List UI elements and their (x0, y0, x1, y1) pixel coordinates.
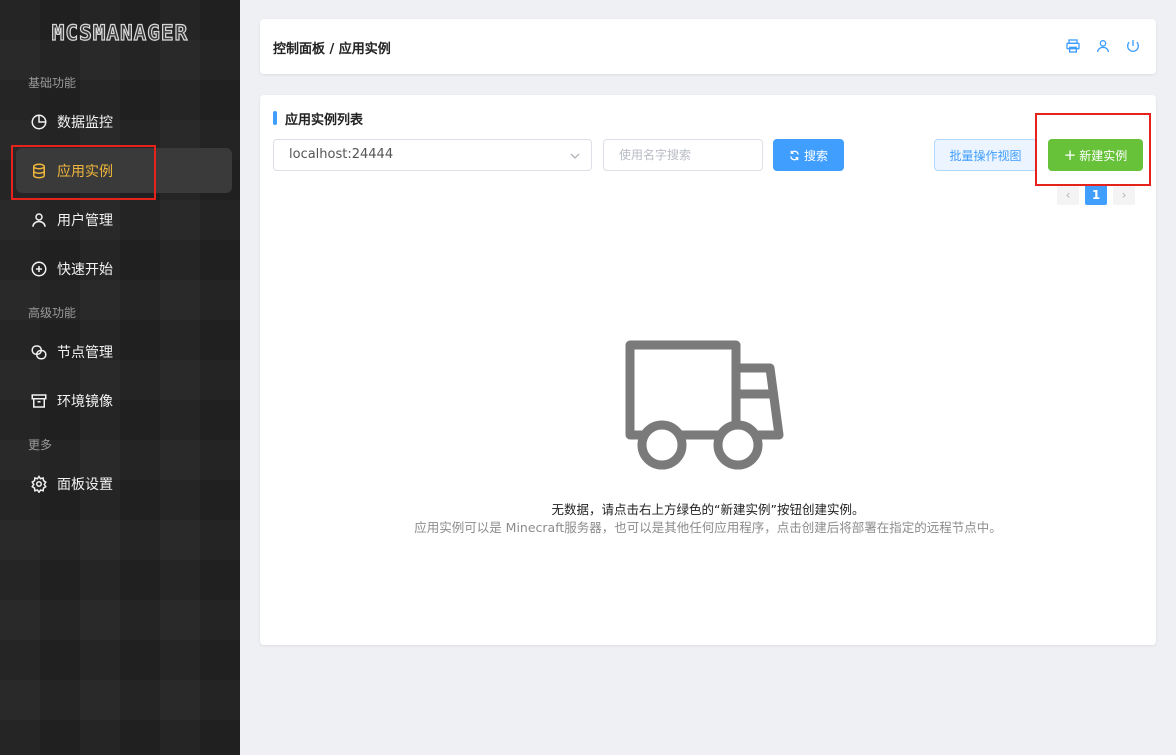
sidebar-item-label: 数据监控 (57, 114, 113, 131)
truck-icon (625, 340, 784, 470)
user-icon (32, 212, 46, 227)
node-select[interactable]: localhost:24444 (273, 139, 592, 171)
chevron-down-icon (570, 153, 580, 159)
search-button-label: 搜索 (803, 148, 828, 163)
search-button[interactable]: 搜索 (773, 139, 844, 171)
pagination-prev[interactable]: ‹ (1057, 185, 1079, 205)
plus-circle-icon (31, 261, 47, 276)
printer-icon[interactable] (1065, 38, 1081, 54)
plus-icon: + (1063, 145, 1077, 164)
sidebar-item-label: 应用实例 (57, 163, 113, 180)
sidebar-item-label: 用户管理 (57, 212, 113, 229)
group-label-advanced: 高级功能 (28, 306, 77, 320)
pagination-next[interactable]: › (1113, 185, 1135, 205)
gear-icon (31, 474, 47, 493)
sidebar-item-label: 环境镜像 (57, 393, 113, 410)
sidebar-item-images[interactable]: 环境镜像 (16, 378, 232, 423)
user-icon[interactable] (1095, 38, 1111, 54)
batch-operation-button[interactable]: 批量操作视图 (934, 139, 1037, 171)
section-title: 应用实例列表 (273, 110, 364, 128)
sidebar-item-settings[interactable]: 面板设置 (16, 461, 232, 506)
pie-chart-icon (31, 114, 47, 129)
node-select-value: localhost:24444 (289, 147, 394, 162)
archive-box-icon (31, 393, 47, 408)
breadcrumb: 控制面板 / 应用实例 (273, 42, 391, 57)
instance-list-card: 应用实例列表 localhost:24444 搜索 批量操作视图 + 新建实例 … (260, 95, 1156, 645)
group-label-basic: 基础功能 (28, 76, 77, 90)
section-title-text: 应用实例列表 (285, 112, 364, 128)
group-label-more: 更多 (28, 438, 53, 452)
sidebar-item-nodes[interactable]: 节点管理 (16, 329, 232, 374)
sidebar-item-instances[interactable]: 应用实例 (16, 148, 232, 193)
sidebar: MCSMANAGER 基础功能 数据监控 应用实例 用户管理 快速开始 高级功能… (0, 0, 240, 755)
database-icon (33, 163, 45, 179)
empty-hint: 应用实例可以是 Minecraft服务器，也可以是其他任何应用程序，点击创建后将… (414, 520, 1002, 535)
title-accent-bar (273, 111, 277, 125)
new-instance-button[interactable]: + 新建实例 (1048, 139, 1143, 171)
sidebar-item-label: 面板设置 (57, 476, 113, 493)
empty-message: 无数据，请点击右上方绿色的“新建实例”按钮创建实例。 (551, 502, 865, 517)
sidebar-item-quickstart[interactable]: 快速开始 (16, 246, 232, 291)
header-card: 控制面板 / 应用实例 (260, 19, 1156, 74)
nodes-icon (31, 344, 47, 359)
power-icon[interactable] (1125, 38, 1141, 54)
sidebar-item-label: 快速开始 (57, 261, 113, 278)
new-instance-label: 新建实例 (1079, 148, 1128, 163)
pagination-current-page[interactable]: 1 (1085, 185, 1107, 205)
sidebar-item-users[interactable]: 用户管理 (16, 197, 232, 242)
sidebar-item-monitor[interactable]: 数据监控 (16, 99, 232, 144)
refresh-icon (790, 150, 799, 160)
app-logo: MCSMANAGER (51, 20, 189, 45)
search-input[interactable] (603, 139, 763, 171)
sidebar-item-label: 节点管理 (57, 344, 113, 361)
